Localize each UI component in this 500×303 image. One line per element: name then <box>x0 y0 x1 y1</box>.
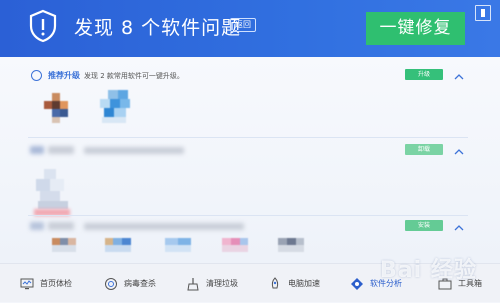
uninstall-button[interactable]: 卸载 <box>405 144 443 155</box>
nav-label: 病毒查杀 <box>124 279 156 288</box>
section-icon-blurred <box>30 146 44 154</box>
section-label-blurred <box>48 222 74 230</box>
chevron-up-icon[interactable] <box>453 68 465 80</box>
page-title: 发现 8 个软件问题 <box>74 17 242 39</box>
section-description: 发现 2 款常用软件可一键升级。 <box>84 72 184 80</box>
section-label: 推荐升级 <box>48 71 80 80</box>
chevron-up-icon[interactable] <box>453 219 465 231</box>
app-icon-1[interactable] <box>44 93 72 123</box>
chevron-up-icon[interactable] <box>453 143 465 155</box>
nav-virus-scan[interactable]: 病毒查杀 <box>104 264 156 303</box>
nav-home-checkup[interactable]: 首页体检 <box>20 264 72 303</box>
nav-clean-junk[interactable]: 清理垃圾 <box>186 264 238 303</box>
section-icon-blurred <box>30 222 44 230</box>
rocket-icon <box>271 276 279 288</box>
app-icon-6[interactable] <box>165 238 191 252</box>
nav-label: 清理垃圾 <box>206 279 238 288</box>
watermark: Bai 经验 <box>380 258 477 283</box>
issue-list: 推荐升级 发现 2 款常用软件可一键升级。 升级 卸载 安装 <box>0 57 500 263</box>
app-icon-8[interactable] <box>278 238 304 252</box>
nav-label: 电脑加速 <box>288 279 320 288</box>
divider <box>28 215 468 216</box>
nav-speedup[interactable]: 电脑加速 <box>268 264 320 303</box>
nav-label: 首页体检 <box>40 279 72 288</box>
app-icon-7[interactable] <box>222 238 248 252</box>
section-description-blurred <box>84 147 184 154</box>
upgrade-icon <box>31 70 42 81</box>
broom-icon <box>187 277 199 290</box>
app-icon-3[interactable] <box>36 169 72 209</box>
one-click-fix-button[interactable]: 一键修复 <box>366 12 465 45</box>
header-bar: 发现 8 个软件问题 返回 一键修复 <box>0 0 500 57</box>
window-restore-icon[interactable] <box>475 5 491 21</box>
section-install: 安装 <box>0 217 500 237</box>
upgrade-button[interactable]: 升级 <box>405 69 443 80</box>
section-upgrade: 推荐升级 发现 2 款常用软件可一键升级。 升级 <box>0 66 500 86</box>
section-uninstall: 卸载 <box>0 141 500 161</box>
software-analysis-icon <box>351 277 363 290</box>
section-description-blurred <box>84 223 244 230</box>
app-icon-4[interactable] <box>52 238 76 252</box>
app-icon-2[interactable] <box>100 90 134 126</box>
back-button[interactable]: 返回 <box>230 18 256 32</box>
install-button[interactable]: 安装 <box>405 220 443 231</box>
app-icon-5[interactable] <box>105 238 131 252</box>
monitor-icon <box>20 278 34 289</box>
shield-icon <box>29 9 57 43</box>
section-label-blurred <box>48 146 74 154</box>
divider <box>28 137 468 138</box>
virus-scan-icon <box>105 277 117 290</box>
